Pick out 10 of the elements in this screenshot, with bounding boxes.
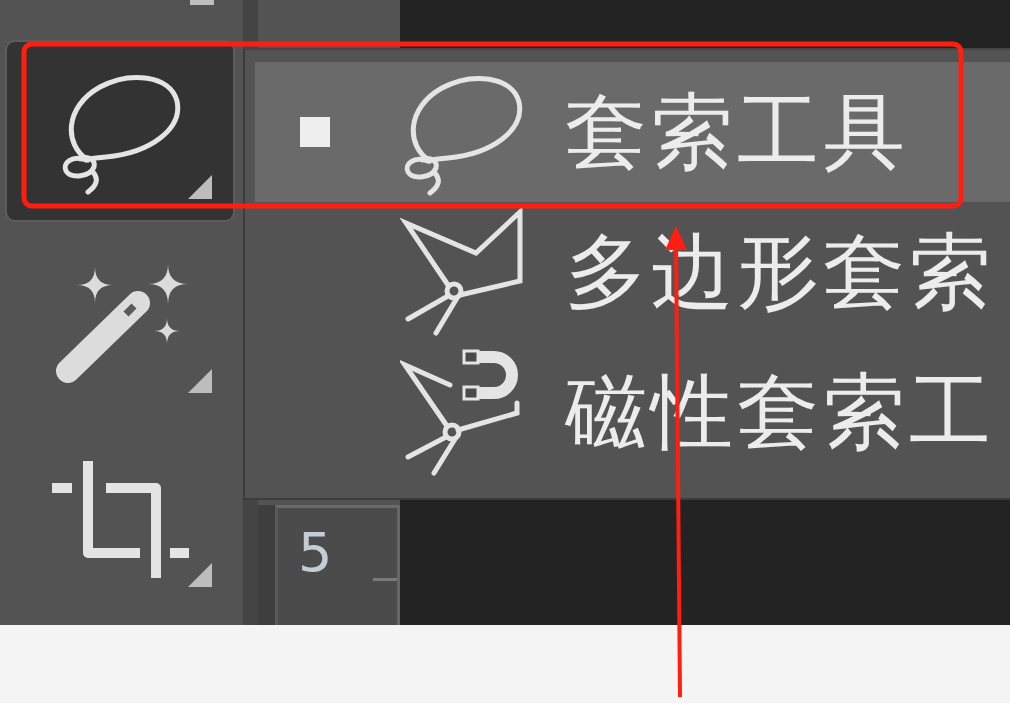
ruler-tick-icon [373, 578, 397, 581]
menu-item[interactable]: 套索工具 [255, 62, 1010, 202]
polygon-lasso-icon [400, 207, 525, 337]
corner-triangle-icon [188, 175, 212, 199]
tool-button[interactable] [5, 40, 235, 222]
partial-icon [190, 0, 214, 5]
corner-triangle-icon [188, 369, 212, 393]
corner-triangle-icon [188, 563, 212, 587]
ruler-label: 5 [298, 526, 333, 580]
square-icon [300, 117, 330, 147]
